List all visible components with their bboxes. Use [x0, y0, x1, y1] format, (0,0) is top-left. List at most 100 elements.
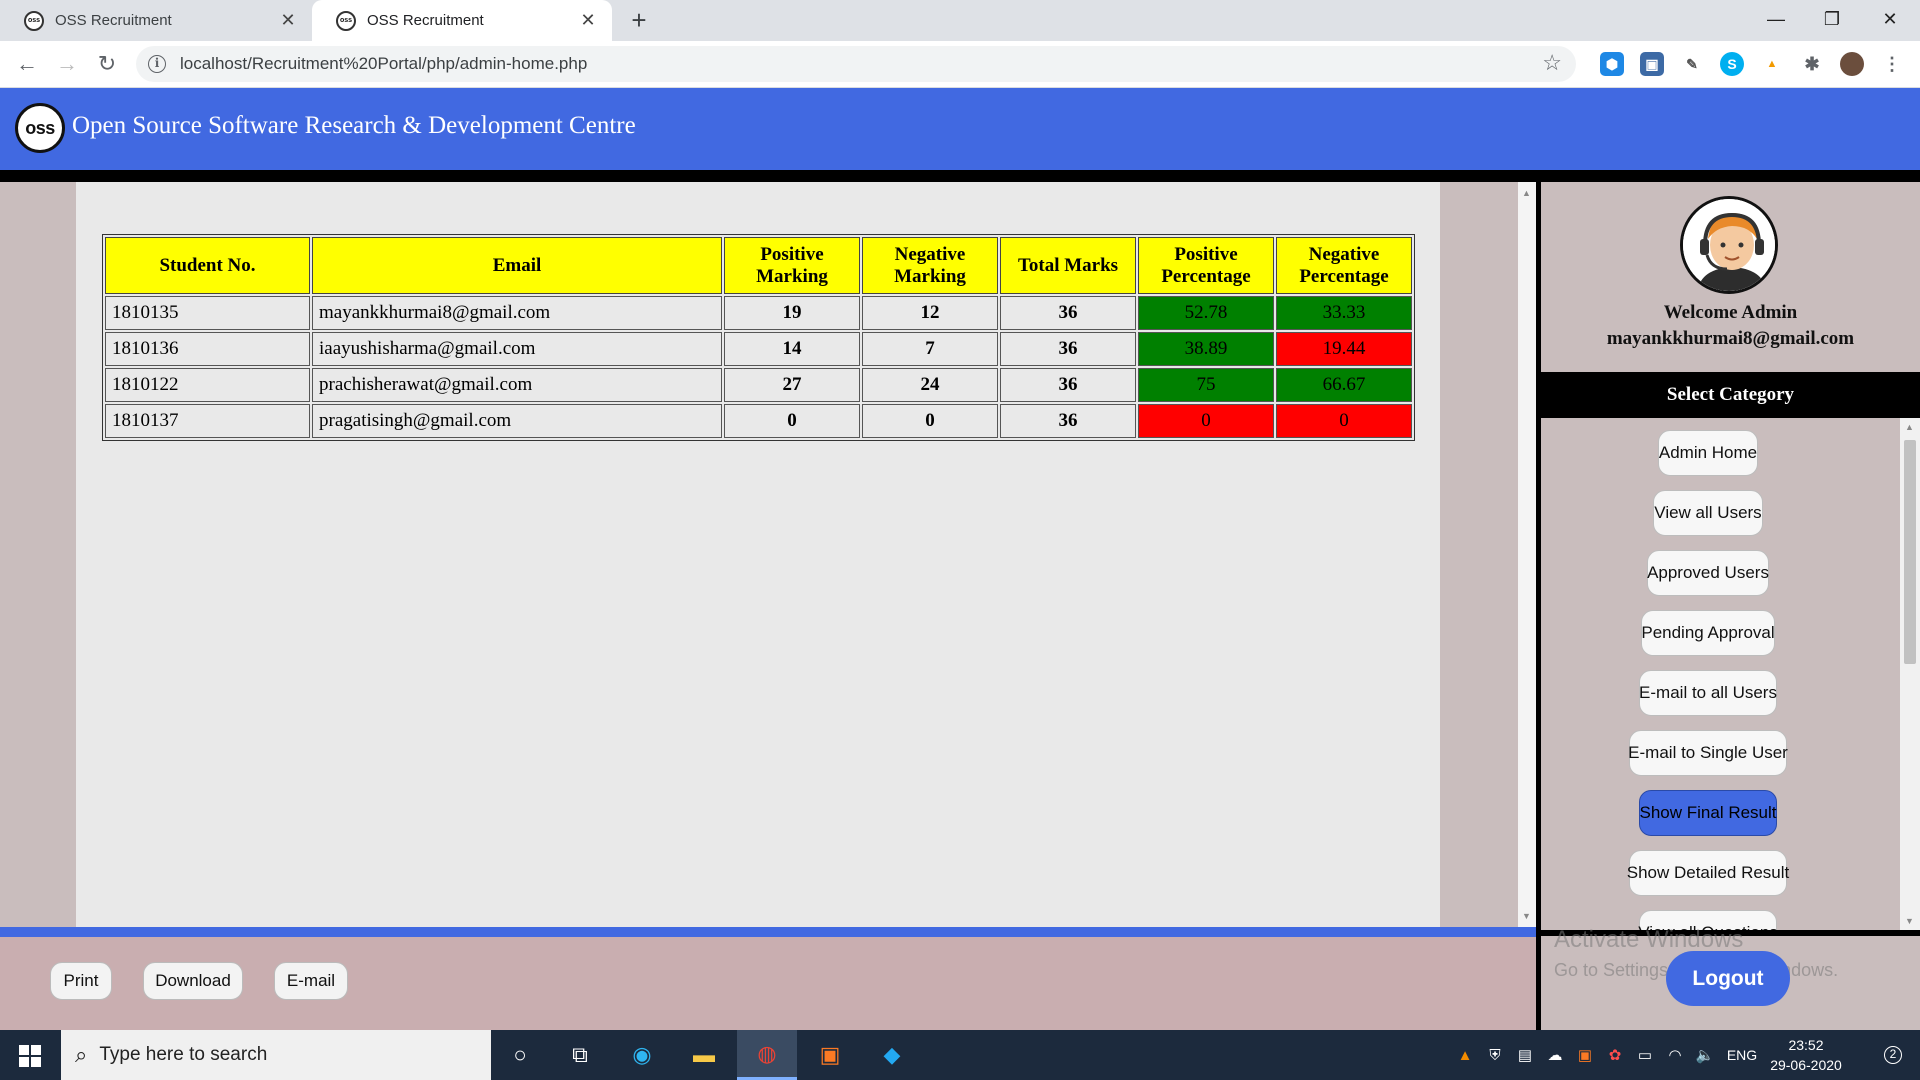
select-category-heading: Select Category — [1666, 384, 1795, 405]
menu-show-detailed-result[interactable]: Show Detailed Result — [1627, 850, 1789, 896]
notification-center-icon[interactable]: 2 — [1866, 1030, 1920, 1080]
scroll-up-icon[interactable]: ▲ — [1905, 422, 1914, 432]
notification-count: 2 — [1884, 1046, 1902, 1064]
negative-marking-cell: 24 — [862, 368, 998, 402]
student-no-cell: 1810136 — [105, 332, 310, 366]
table-row: 1810136 iaayushisharma@gmail.com 14 7 36… — [105, 332, 1412, 366]
table-row: 1810122 prachisherawat@gmail.com 27 24 3… — [105, 368, 1412, 402]
site-title: Open Source Software Research & Developm… — [72, 112, 636, 139]
close-tab-icon[interactable]: ✕ — [578, 10, 598, 31]
email-cell: mayankkhurmai8@gmail.com — [312, 296, 722, 330]
scrollbar-thumb[interactable] — [1904, 440, 1916, 664]
positive-marking-cell: 0 — [724, 404, 860, 438]
table-row: 1810135 mayankkhurmai8@gmail.com 19 12 3… — [105, 296, 1412, 330]
tray-app-icon[interactable]: ▲ — [1450, 1047, 1480, 1064]
clock-date: 29-06-2020 — [1770, 1057, 1842, 1073]
extensions-puzzle-icon[interactable]: ✱ — [1800, 52, 1824, 76]
scroll-down-icon[interactable]: ▼ — [1522, 911, 1531, 921]
language-indicator[interactable]: ENG — [1720, 1047, 1764, 1063]
column-header: Negative Percentage — [1276, 237, 1412, 294]
forward-icon[interactable]: → — [50, 47, 84, 81]
minimize-icon[interactable]: — — [1748, 0, 1804, 41]
search-icon: ⌕ — [75, 1042, 88, 1067]
address-url: localhost/Recruitment%20Portal/php/admin… — [180, 54, 588, 73]
profile-avatar-icon[interactable] — [1840, 52, 1864, 76]
scroll-up-icon[interactable]: ▲ — [1522, 188, 1531, 198]
negative-marking-cell: 0 — [862, 404, 998, 438]
positive-percentage-cell: 38.89 — [1138, 332, 1274, 366]
column-header: Student No. — [105, 237, 310, 294]
student-no-cell: 1810135 — [105, 296, 310, 330]
wifi-icon[interactable]: ◠ — [1660, 1046, 1690, 1064]
new-tab-icon[interactable]: + — [624, 5, 654, 36]
download-button[interactable]: Download — [143, 962, 243, 1000]
clock-time: 23:52 — [1788, 1037, 1824, 1053]
tray-shield-icon[interactable]: ⛨ — [1480, 1047, 1510, 1064]
tab-title: OSS Recruitment — [367, 12, 484, 29]
close-tab-icon[interactable]: ✕ — [278, 10, 298, 31]
browser-tab-2[interactable]: oss OSS Recruitment ✕ — [312, 0, 612, 41]
skype-icon[interactable]: S — [1720, 52, 1744, 76]
menu-email-all-users[interactable]: E-mail to all Users — [1639, 670, 1777, 716]
back-icon[interactable]: ← — [10, 47, 44, 81]
volume-icon[interactable]: 🔈 — [1690, 1046, 1720, 1064]
vscode-icon[interactable]: ◆ — [862, 1030, 922, 1080]
negative-percentage-cell: 66.67 — [1276, 368, 1412, 402]
file-explorer-icon[interactable]: ▬ — [674, 1030, 734, 1080]
edge-icon[interactable]: ◉ — [612, 1030, 672, 1080]
maximize-icon[interactable]: ❐ — [1804, 0, 1860, 41]
email-button[interactable]: E-mail — [274, 962, 348, 1000]
email-cell: pragatisingh@gmail.com — [312, 404, 722, 438]
tray-cloud-icon[interactable]: ☁ — [1540, 1046, 1570, 1064]
menu-show-final-result[interactable]: Show Final Result — [1639, 790, 1777, 836]
logout-button[interactable]: Logout — [1666, 951, 1790, 1006]
close-window-icon[interactable]: ✕ — [1862, 0, 1918, 41]
print-button[interactable]: Print — [50, 962, 112, 1000]
windows-start-icon[interactable] — [19, 1045, 41, 1067]
tray-app-icon[interactable]: ✿ — [1600, 1046, 1630, 1064]
xampp-icon[interactable]: ▣ — [800, 1030, 860, 1080]
reload-icon[interactable]: ↻ — [90, 47, 124, 81]
browser-menu-icon[interactable]: ⋮ — [1880, 52, 1904, 76]
extension-icon[interactable]: ▣ — [1640, 52, 1664, 76]
menu-approved-users[interactable]: Approved Users — [1647, 550, 1769, 596]
menu-admin-home[interactable]: Admin Home — [1658, 430, 1758, 476]
email-cell: iaayushisharma@gmail.com — [312, 332, 722, 366]
site-header: oss Open Source Software Research & Deve… — [0, 88, 1920, 170]
scroll-down-icon[interactable]: ▼ — [1905, 916, 1914, 926]
search-placeholder: Type here to search — [99, 1044, 268, 1065]
menu-scrollbar[interactable]: ▲ ▼ — [1900, 418, 1920, 930]
column-header: Email — [312, 237, 722, 294]
taskbar-clock[interactable]: 23:52 29-06-2020 — [1764, 1035, 1848, 1075]
tray-keyboard-icon[interactable]: ▤ — [1510, 1046, 1540, 1064]
tray-xampp-icon[interactable]: ▣ — [1570, 1046, 1600, 1064]
admin-avatar — [1680, 196, 1778, 294]
student-no-cell: 1810137 — [105, 404, 310, 438]
browser-tab-1[interactable]: oss OSS Recruitment ✕ — [0, 0, 312, 41]
positive-marking-cell: 27 — [724, 368, 860, 402]
battery-icon[interactable]: ▭ — [1630, 1046, 1660, 1064]
negative-percentage-cell: 19.44 — [1276, 332, 1412, 366]
table-row: 1810137 pragatisingh@gmail.com 0 0 36 0 … — [105, 404, 1412, 438]
pma-icon[interactable]: ▲ — [1760, 52, 1784, 76]
total-marks-cell: 36 — [1000, 296, 1136, 330]
chrome-icon[interactable]: ◍ — [737, 1030, 797, 1080]
address-bar[interactable]: i localhost/Recruitment%20Portal/php/adm… — [136, 46, 1576, 82]
taskbar-search[interactable]: ⌕ Type here to search — [61, 1030, 491, 1080]
positive-percentage-cell: 52.78 — [1138, 296, 1274, 330]
cortana-icon[interactable]: ○ — [490, 1030, 550, 1080]
content-scrollbar[interactable]: ▲ ▼ — [1518, 182, 1536, 927]
oss-favicon-icon: oss — [24, 10, 44, 31]
browser-tab-strip: oss OSS Recruitment ✕ oss OSS Recruitmen… — [0, 0, 1920, 41]
task-view-icon[interactable]: ⧉ — [550, 1030, 610, 1080]
oss-logo: oss — [15, 103, 65, 153]
eyedropper-icon[interactable]: ✎ — [1680, 52, 1704, 76]
positive-percentage-cell: 75 — [1138, 368, 1274, 402]
menu-view-all-users[interactable]: View all Users — [1653, 490, 1763, 536]
site-info-icon[interactable]: i — [148, 55, 166, 73]
total-marks-cell: 36 — [1000, 404, 1136, 438]
bookmark-star-icon[interactable]: ☆ — [1542, 50, 1562, 76]
menu-email-single-user[interactable]: E-mail to Single User — [1628, 730, 1788, 776]
menu-pending-approval[interactable]: Pending Approval — [1641, 610, 1775, 656]
extension-icon[interactable]: ⬢ — [1600, 52, 1624, 76]
